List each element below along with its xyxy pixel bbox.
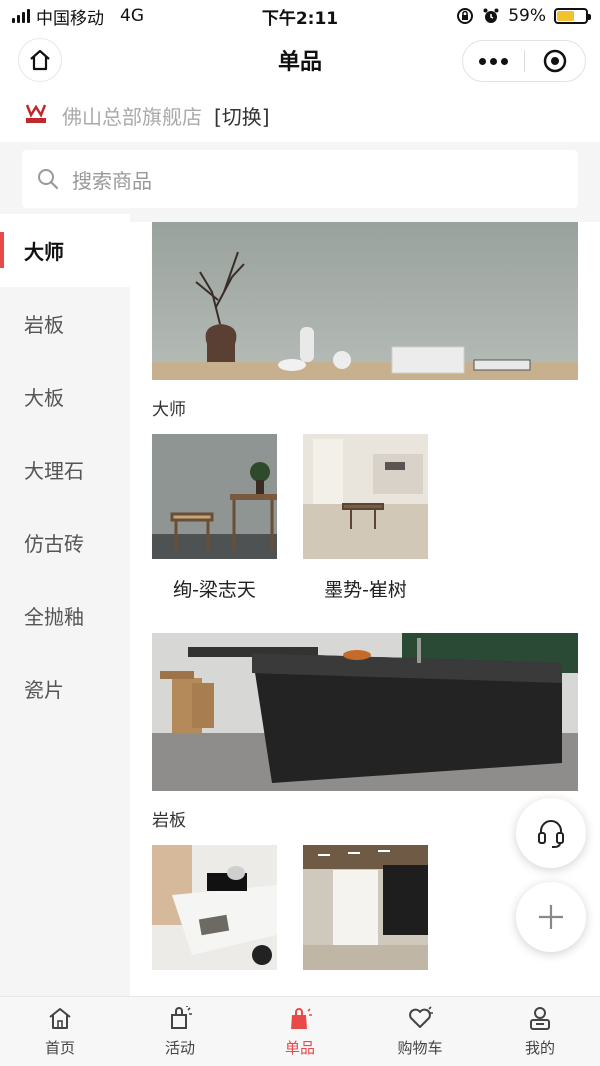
more-button[interactable] — [463, 57, 524, 65]
heart-cart-icon — [409, 1006, 433, 1028]
headset-icon — [538, 820, 564, 848]
customer-service-button[interactable] — [516, 798, 586, 868]
tab-products[interactable]: 单品 — [240, 997, 360, 1066]
carrier-name: 中国移动 — [36, 8, 104, 29]
category-item[interactable]: 岩板 — [0, 287, 130, 360]
store-row: 佛山总部旗舰店 [切换] — [0, 92, 600, 138]
product-name — [152, 970, 277, 996]
product-card[interactable]: 绚-梁志天 — [152, 434, 277, 617]
product-image — [303, 434, 428, 559]
store-name: 佛山总部旗舰店 — [62, 104, 202, 129]
profile-icon — [530, 1007, 550, 1030]
home-button[interactable] — [18, 38, 62, 82]
category-banner[interactable] — [152, 222, 578, 380]
product-name: 墨势-崔树 — [324, 579, 407, 601]
shopping-bag-icon — [291, 1008, 312, 1029]
product-card[interactable] — [152, 845, 277, 996]
tab-label: 单品 — [284, 1039, 315, 1057]
home-icon — [49, 1008, 71, 1029]
activity-icon — [171, 1006, 192, 1029]
category-sidebar: 大师 岩板 大板 大理石 仿古砖 全抛釉 瓷片 — [0, 214, 130, 996]
product-image — [152, 434, 277, 559]
category-item[interactable]: 大板 — [0, 360, 130, 433]
home-icon — [30, 49, 50, 71]
tab-label: 购物车 — [397, 1039, 443, 1057]
add-button[interactable] — [516, 882, 586, 952]
rotation-lock-icon — [457, 8, 474, 24]
product-name: 绚-梁志天 — [173, 579, 256, 601]
tab-profile[interactable]: 我的 — [480, 997, 600, 1066]
target-icon — [543, 49, 566, 73]
nav-bar: 单品 — [0, 32, 600, 88]
tab-activity[interactable]: 活动 — [120, 997, 240, 1066]
close-miniapp-button[interactable] — [525, 48, 586, 74]
miniapp-capsule — [462, 40, 586, 82]
switch-store-link[interactable]: [切换] — [214, 101, 270, 130]
category-item[interactable]: 大师 — [0, 214, 130, 287]
status-bar: 中国移动 4G 下午2:11 59% — [0, 0, 600, 32]
tab-cart[interactable]: 购物车 — [360, 997, 480, 1066]
signal-icon — [12, 9, 30, 23]
product-image — [152, 845, 277, 970]
product-card[interactable]: 墨势-崔树 — [303, 434, 428, 617]
search-bar: 搜索商品 — [0, 142, 600, 222]
store-logo — [22, 101, 50, 129]
product-card[interactable] — [303, 845, 428, 996]
plus-icon — [539, 905, 563, 929]
product-image — [303, 845, 428, 970]
category-item[interactable]: 仿古砖 — [0, 506, 130, 579]
tab-label: 首页 — [44, 1039, 75, 1057]
alarm-icon — [483, 8, 499, 23]
tab-bar: 首页 活动 单品 购物车 我的 — [0, 996, 600, 1066]
battery-percent: 59% — [508, 6, 546, 26]
search-placeholder: 搜索商品 — [72, 168, 152, 193]
search-icon — [38, 169, 59, 190]
category-item[interactable]: 全抛釉 — [0, 579, 130, 652]
category-item[interactable]: 大理石 — [0, 433, 130, 506]
product-grid: 绚-梁志天 墨势-崔树 — [152, 434, 600, 617]
category-banner[interactable] — [152, 633, 578, 791]
battery-icon — [554, 8, 591, 24]
section-title: 大师 — [152, 399, 186, 420]
tab-label: 活动 — [164, 1039, 195, 1057]
category-item[interactable]: 瓷片 — [0, 652, 130, 725]
page-title: 单品 — [277, 50, 322, 75]
network-type: 4G — [120, 6, 144, 26]
product-content: 大师 绚-梁志天 墨势-崔树 岩板 — [130, 222, 600, 996]
tab-label: 我的 — [524, 1039, 555, 1057]
product-name — [303, 970, 428, 996]
tab-home[interactable]: 首页 — [0, 997, 120, 1066]
search-input[interactable]: 搜索商品 — [22, 150, 578, 208]
